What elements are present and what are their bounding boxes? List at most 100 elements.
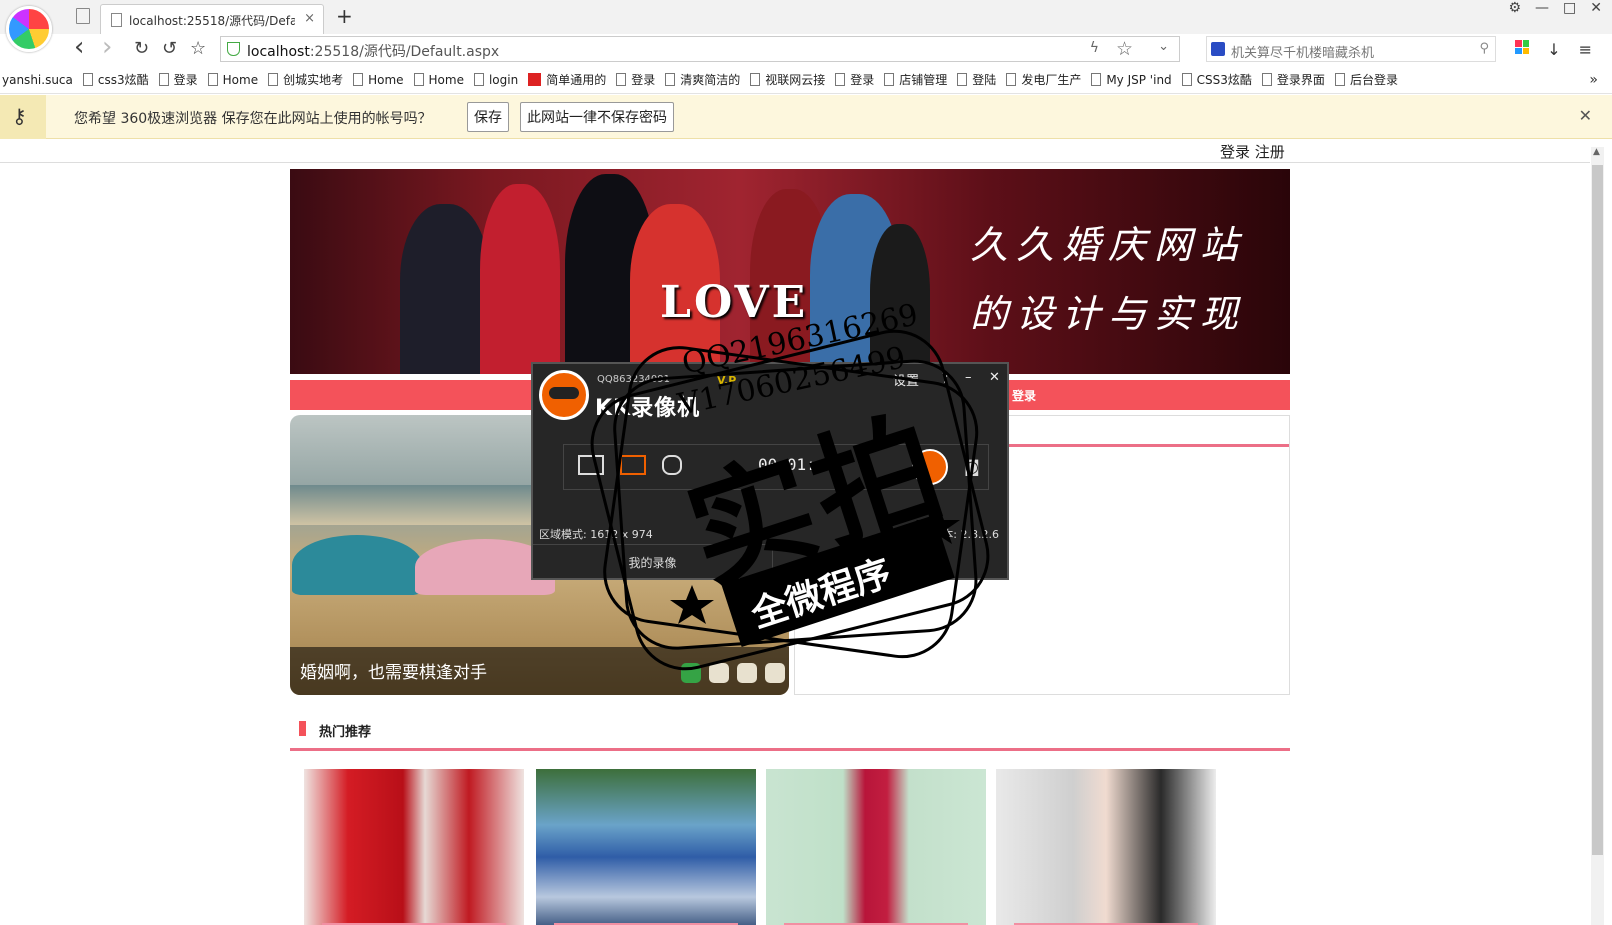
bookmark-page-icon bbox=[207, 73, 218, 86]
product-card[interactable] bbox=[536, 769, 756, 925]
bookmark-page-icon bbox=[268, 73, 279, 86]
download-icon[interactable]: ↓ bbox=[1547, 40, 1560, 59]
bookmark-page-icon bbox=[1181, 73, 1192, 86]
bookmark-label: Home bbox=[428, 72, 464, 87]
apps-grid-icon[interactable] bbox=[1515, 40, 1530, 54]
url-host: localhost bbox=[247, 44, 310, 60]
close-bar-icon[interactable]: ✕ bbox=[1579, 106, 1592, 125]
hot-recommend-divider bbox=[290, 748, 1290, 751]
banner-title-line1: 久久婚庆网站 bbox=[970, 223, 1247, 267]
address-dropdown-icon[interactable]: ⌄ bbox=[1158, 39, 1169, 54]
bookmark-page-icon bbox=[473, 73, 484, 86]
bookmark-page-icon bbox=[413, 73, 424, 86]
bookmark-label: 登录 bbox=[850, 73, 875, 87]
bookmark-star-icon[interactable]: ☆ bbox=[190, 38, 206, 59]
bookmark-label: My JSP 'ind bbox=[1106, 72, 1172, 87]
bookmark-label: 创城实地考 bbox=[283, 73, 344, 87]
bookmark-item[interactable]: 创城实地考 bbox=[268, 71, 343, 88]
bookmark-item[interactable]: Home bbox=[413, 72, 464, 87]
bookmark-item[interactable]: 登录界面 bbox=[1261, 71, 1325, 88]
security-shield-icon[interactable] bbox=[227, 42, 240, 56]
bookmark-item[interactable]: My JSP 'ind bbox=[1091, 72, 1172, 87]
bookmarks-more-icon[interactable]: » bbox=[1589, 72, 1598, 88]
bookmark-label: Home bbox=[368, 72, 404, 87]
bookmark-item[interactable]: 登录 bbox=[835, 71, 874, 88]
bookmark-page-icon bbox=[665, 73, 676, 86]
favorite-star-icon[interactable]: ☆ bbox=[1116, 38, 1133, 60]
bookmark-item[interactable]: css3炫酷 bbox=[82, 71, 149, 88]
never-save-button[interactable]: 此网站一律不保存密码 bbox=[520, 102, 674, 132]
bookmark-item[interactable]: yanshi.suca bbox=[2, 73, 73, 87]
browser-window: localhost:25518/源代码/Default.aspx × + ⚙ —… bbox=[0, 0, 1612, 925]
bookmark-item[interactable]: Home bbox=[353, 72, 404, 87]
forward-button[interactable]: › bbox=[102, 32, 112, 62]
search-engine-icon[interactable] bbox=[1211, 42, 1225, 56]
search-input[interactable]: 机关算尽千机楼暗藏杀机 bbox=[1231, 42, 1374, 61]
tab-title: localhost:25518/源代码/Default.aspx bbox=[129, 14, 295, 28]
bookmark-label: 视联网云接 bbox=[765, 73, 826, 87]
skin-icon[interactable]: ⚙ bbox=[1508, 0, 1521, 16]
bookmark-item[interactable]: 店铺管理 bbox=[884, 71, 947, 88]
bookmark-item[interactable]: 发电厂生产 bbox=[1006, 71, 1081, 88]
bookmark-page-icon bbox=[835, 73, 846, 86]
bookmark-item[interactable]: 简单通用的 bbox=[528, 71, 606, 88]
new-tab-button[interactable]: + bbox=[336, 4, 353, 28]
bookmark-page-icon bbox=[884, 73, 895, 86]
product-card[interactable] bbox=[766, 769, 986, 925]
reload-button[interactable]: ↻ bbox=[134, 38, 149, 59]
undo-close-button[interactable]: ↺ bbox=[162, 38, 177, 59]
browser-logo[interactable] bbox=[6, 6, 52, 52]
login-register-links[interactable]: 登录 注册 bbox=[1220, 141, 1285, 162]
bookmark-page-icon bbox=[1261, 73, 1272, 86]
bookmark-label: login bbox=[488, 72, 519, 87]
product-card[interactable] bbox=[996, 769, 1216, 925]
bookmark-label: Home bbox=[222, 72, 259, 87]
window-controls: ⚙ — □ ✕ bbox=[1508, 0, 1602, 16]
scroll-thumb[interactable] bbox=[1592, 165, 1603, 855]
page-scrollbar[interactable]: ▲ bbox=[1591, 147, 1604, 925]
bookmark-label: 登陆 bbox=[972, 73, 997, 87]
bookmark-page-icon bbox=[1006, 73, 1017, 86]
save-password-button[interactable]: 保存 bbox=[467, 102, 509, 132]
key-icon: ⚷ bbox=[12, 104, 27, 128]
bookmark-item[interactable]: 后台登录 bbox=[1334, 71, 1398, 88]
bookmark-item[interactable]: 登录 bbox=[616, 71, 655, 88]
page-icon[interactable] bbox=[76, 8, 90, 24]
close-window-button[interactable]: ✕ bbox=[1590, 0, 1602, 16]
bookmark-label: 清爽简洁的 bbox=[680, 73, 741, 87]
bookmark-item[interactable]: CSS3炫酷 bbox=[1181, 71, 1252, 88]
close-tab-icon[interactable]: × bbox=[304, 11, 315, 26]
bookmark-label: css3炫酷 bbox=[97, 73, 149, 87]
bookmark-label: CSS3炫酷 bbox=[1196, 73, 1252, 87]
bookmark-item[interactable]: login bbox=[473, 72, 519, 87]
bookmark-item[interactable]: 清爽简洁的 bbox=[665, 71, 740, 88]
minimize-button[interactable]: — bbox=[1535, 0, 1549, 16]
maximize-button[interactable]: □ bbox=[1563, 0, 1576, 16]
address-bar[interactable]: localhost:25518/源代码/Default.aspx ϟ ☆ ⌄ bbox=[220, 36, 1180, 62]
search-icon[interactable]: ⚲ bbox=[1479, 41, 1489, 56]
bookmark-item[interactable]: 登陆 bbox=[957, 71, 996, 88]
slider-caption: 婚姻啊，也需要棋逢对手 bbox=[300, 663, 487, 683]
url-text: localhost:25518/源代码/Default.aspx bbox=[247, 41, 499, 61]
menu-icon[interactable]: ≡ bbox=[1579, 40, 1592, 59]
bookmark-page-icon bbox=[750, 73, 761, 86]
back-button[interactable]: ‹ bbox=[74, 32, 84, 62]
product-card[interactable] bbox=[304, 769, 524, 925]
password-save-message: 您希望 360极速浏览器 保存您在此网站上使用的帐号吗？ bbox=[74, 111, 432, 127]
bookmark-site-icon bbox=[528, 73, 542, 86]
search-box[interactable]: 机关算尽千机楼暗藏杀机 ⚲ bbox=[1206, 36, 1496, 62]
hot-recommend-title: 热门推荐 bbox=[299, 721, 371, 740]
bookmark-label: 简单通用的 bbox=[546, 73, 607, 87]
bookmark-item[interactable]: 视联网云接 bbox=[750, 71, 825, 88]
bookmark-label: yanshi.suca bbox=[2, 72, 73, 87]
teal-umbrella bbox=[292, 535, 422, 595]
navigation-bar: ‹ › ↻ ↺ ☆ localhost:25518/源代码/Default.as… bbox=[0, 32, 1612, 66]
toolbar-right: ↓ ≡ bbox=[1515, 40, 1592, 59]
speed-mode-icon[interactable]: ϟ bbox=[1090, 40, 1099, 56]
browser-tab[interactable]: localhost:25518/源代码/Default.aspx × bbox=[100, 4, 324, 34]
bookmark-item[interactable]: 登录 bbox=[158, 71, 198, 88]
bookmark-page-icon bbox=[957, 73, 968, 86]
bookmark-item[interactable]: Home bbox=[207, 72, 259, 87]
bookmarks-bar: yanshi.suca css3炫酷 登录 Home 创城实地考 Home Home logi… bbox=[0, 66, 1612, 94]
scroll-up-icon[interactable]: ▲ bbox=[1593, 147, 1600, 157]
